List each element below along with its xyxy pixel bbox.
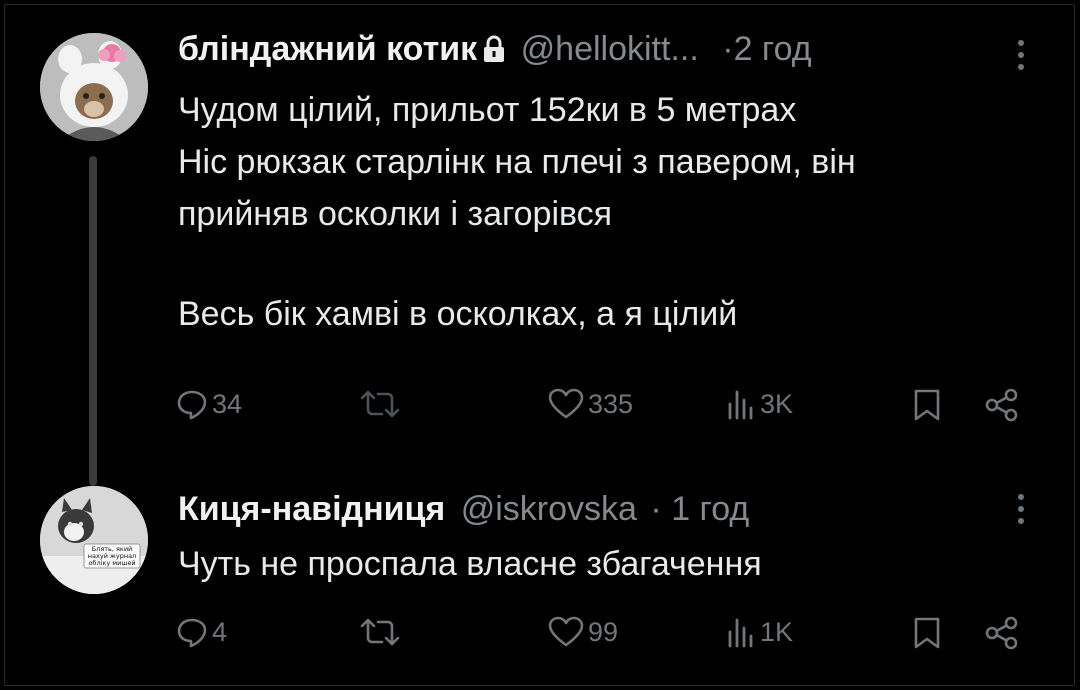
post-header: бліндажний котик @hellokitt... ·2 год [178,30,812,72]
post-text: Чудом цілий, прильот 152ки в 5 метрах Ні… [178,84,1038,340]
author-name[interactable]: Киця-навідниця [178,490,445,528]
more-options-icon[interactable] [1016,494,1026,530]
reply-icon [177,618,207,648]
bookmark-button[interactable] [912,388,942,422]
views-count: 1K [760,616,794,647]
share-icon [985,616,1018,650]
action-bar: 34 335 3K [176,388,1036,428]
author-handle[interactable]: @iskrovska [461,490,637,528]
reply-count: 34 [212,388,243,419]
like-count: 335 [588,388,634,419]
bookmark-icon [914,389,940,421]
post-text-line: Чуть не проспала власне збагачення [178,545,762,583]
post-text: Чуть не проспала власне збагачення [178,538,1038,590]
repost-button[interactable] [360,388,400,420]
separator-dot: · [650,490,662,528]
post-text-line: Ніс рюкзак старлінк на плечі з павером, … [178,143,856,181]
avatar-cat-meme[interactable]: Блять, який нахуй журнал обліку мишей [40,486,148,594]
author-name[interactable]: бліндажний котик [178,30,477,68]
bookmark-icon [914,617,940,649]
share-icon [985,388,1018,422]
more-options-icon[interactable] [1016,40,1026,76]
reply-count: 4 [212,616,228,647]
post-1[interactable]: бліндажний котик @hellokitt... ·2 год Чу… [0,0,1080,486]
thread-connector-line [89,156,97,486]
views-count: 3K [760,388,794,419]
cat-meme-avatar-icon: Блять, який нахуй журнал обліку мишей [40,486,148,594]
views-button[interactable]: 3K [724,388,793,420]
reply-button[interactable]: 4 [176,616,227,648]
post-text-line [178,240,1038,292]
bookmark-button[interactable] [912,616,942,650]
author-handle[interactable]: @hellokitt... [521,30,699,68]
like-count: 99 [588,616,619,647]
post-2[interactable]: Блять, який нахуй журнал обліку мишей Ки… [0,470,1080,690]
reply-button[interactable]: 34 [176,388,242,420]
like-button[interactable]: 99 [548,616,618,648]
views-icon [728,618,753,648]
repost-icon [360,618,400,646]
post-text-line: Весь бік хамві в осколках, а я цілий [178,295,738,333]
heart-icon [548,616,584,647]
repost-icon [360,390,400,418]
post-text-line: прийняв осколки і загорівся [178,195,613,233]
views-icon [728,390,753,420]
repost-button[interactable] [360,616,400,648]
hello-kitty-cat-avatar-icon [40,33,148,141]
views-button[interactable]: 1K [724,616,793,648]
separator-dot: · [722,30,734,68]
share-button[interactable] [984,616,1020,650]
post-time[interactable]: 2 год [734,30,812,68]
avatar-hello-kitty-cat[interactable] [40,33,148,141]
svg-text:обліку мишей: обліку мишей [88,559,135,567]
post-header: Киця-навідниця @iskrovska · 1 год [178,490,749,529]
share-button[interactable] [984,388,1020,422]
lock-icon [483,33,505,72]
post-time[interactable]: 1 год [671,490,749,528]
reply-icon [177,390,207,420]
like-button[interactable]: 335 [548,388,633,420]
post-text-line: Чудом цілий, прильот 152ки в 5 метрах [178,91,797,129]
heart-icon [548,388,584,419]
action-bar: 4 99 1K [176,616,1036,656]
